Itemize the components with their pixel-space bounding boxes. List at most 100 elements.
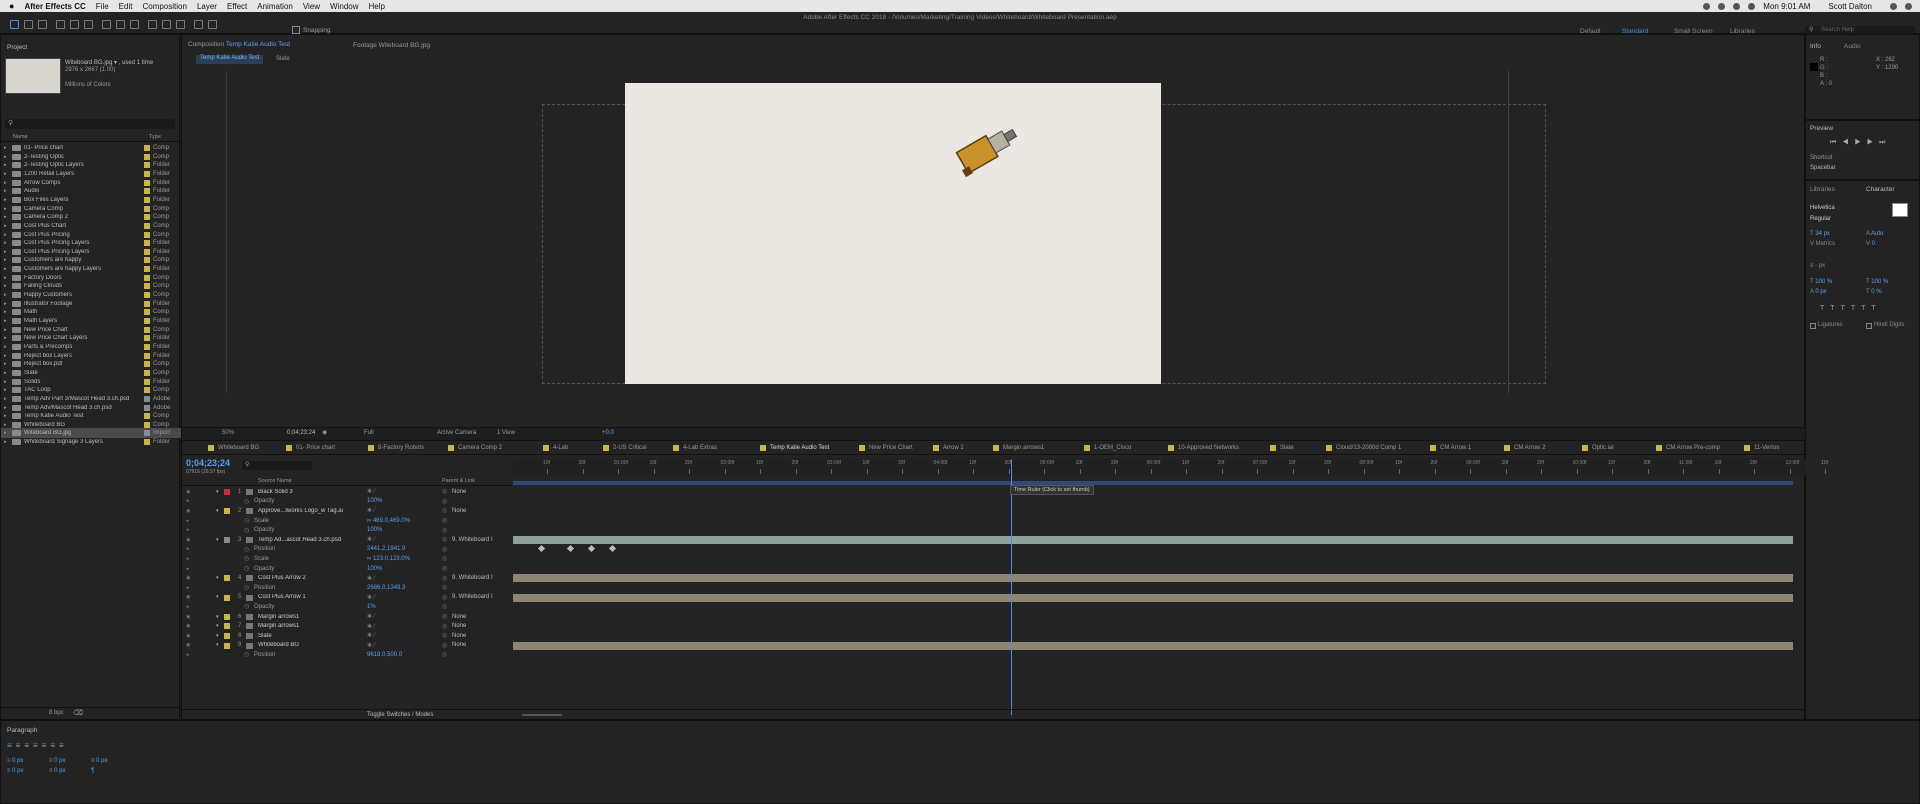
timeline-tab[interactable]: 8-Factory Robots (368, 445, 424, 451)
dropbox-icon[interactable] (1718, 2, 1726, 10)
align-left-icon[interactable]: ≡ (7, 741, 16, 750)
kerning-field[interactable]: V Metrics (1810, 241, 1835, 247)
fill-color-swatch[interactable] (1892, 203, 1908, 217)
layer-duration-bar[interactable] (513, 593, 1793, 602)
app-name-menu[interactable]: After Effects CC (24, 2, 85, 11)
visibility-eye-icon[interactable]: ◉ (186, 489, 190, 495)
camera-dropdown[interactable]: Active Camera (437, 430, 476, 436)
label-color-swatch[interactable] (144, 413, 150, 420)
parent-pickwhip-icon[interactable]: ◎ (442, 613, 447, 620)
font-family-dropdown[interactable]: Helvetica (1810, 205, 1835, 211)
visibility-eye-icon[interactable]: ◉ (186, 508, 190, 514)
visibility-eye-icon[interactable]: ◉ (186, 614, 190, 620)
small-caps-icon[interactable]: T (1851, 305, 1861, 312)
visibility-eye-icon[interactable]: ◉ (186, 633, 190, 639)
label-color-swatch[interactable] (144, 222, 150, 229)
clock[interactable]: Mon 9:01 AM (1763, 2, 1810, 11)
keyframe-marker[interactable] (608, 544, 617, 553)
timeline-tab[interactable]: Temp Katie Audio Test (760, 445, 829, 451)
expression-pickwhip-icon[interactable]: ◎ (442, 555, 447, 562)
battery-icon[interactable] (1748, 2, 1756, 10)
label-color-swatch[interactable] (144, 378, 150, 385)
expression-pickwhip-icon[interactable]: ◎ (442, 546, 447, 553)
label-color-swatch[interactable] (144, 300, 150, 307)
expand-triangle-icon[interactable]: ▸ (4, 439, 12, 445)
spotlight-icon[interactable] (1890, 2, 1897, 10)
label-color-swatch[interactable] (144, 274, 150, 281)
creative-cloud-icon[interactable] (1703, 2, 1711, 10)
property-row[interactable]: ◂ ◷ Position 2686.0,1349.3 ◎ (182, 583, 546, 593)
layer-row[interactable]: ◉ ▾ 8 Slate ✱ ⁄ ◎ None (182, 631, 546, 641)
timeline-tab[interactable]: 4-Lab Extras (673, 445, 717, 451)
project-search-input[interactable]: ⚲ (5, 119, 175, 129)
menu-window[interactable]: Window (330, 2, 358, 11)
indent-left-field[interactable]: ≡ 0 px (7, 758, 24, 764)
visibility-eye-icon[interactable]: ◂ (186, 546, 189, 552)
property-value[interactable]: 2686.0,1349.3 (367, 585, 405, 591)
toggle-switches-modes-button[interactable]: Toggle Switches / Modes (367, 712, 433, 718)
expression-pickwhip-icon[interactable]: ◎ (442, 584, 447, 591)
expand-triangle-icon[interactable]: ▾ (216, 594, 219, 600)
rectangle-tool-icon[interactable] (102, 20, 111, 29)
subtab-temp-katie[interactable]: Temp Katie Audio Test (196, 55, 264, 64)
parent-dropdown[interactable]: 9. Whiteboard I (452, 537, 493, 543)
pen-tool-icon[interactable] (116, 20, 125, 29)
first-frame-icon[interactable]: ⏮ (1830, 139, 1842, 146)
expand-triangle-icon[interactable]: ▸ (4, 301, 12, 307)
expand-triangle-icon[interactable]: ▸ (4, 180, 12, 186)
expand-triangle-icon[interactable]: ▸ (4, 145, 12, 151)
layer-duration-bar[interactable] (513, 641, 1793, 650)
property-value[interactable]: 100% (367, 566, 382, 572)
property-row[interactable]: ◂ ◷ Opacity 1% ◎ (182, 602, 546, 612)
expand-triangle-icon[interactable]: ▸ (4, 344, 12, 350)
parent-pickwhip-icon[interactable]: ◎ (442, 594, 447, 601)
stopwatch-icon[interactable]: ◷ (244, 651, 249, 658)
paragraph-panel-title[interactable]: Paragraph (7, 727, 37, 734)
property-row[interactable]: ◂ ◷ Scale ∞ 123.0,123.0% ◎ (182, 554, 546, 564)
next-frame-icon[interactable]: ▶ (1867, 139, 1879, 146)
layer-label-color[interactable] (224, 594, 230, 601)
parent-pickwhip-icon[interactable]: ◎ (442, 488, 447, 495)
stopwatch-icon[interactable]: ◷ (244, 546, 249, 553)
project-panel-title[interactable]: Project (7, 44, 27, 51)
justify-left-icon[interactable]: ≡ (33, 741, 42, 750)
menu-layer[interactable]: Layer (197, 2, 217, 11)
layer-label-color[interactable] (224, 642, 230, 649)
font-size-field[interactable]: T 34 px (1810, 231, 1830, 237)
expression-pickwhip-icon[interactable]: ◎ (442, 517, 447, 524)
visibility-eye-icon[interactable]: ◉ (186, 537, 190, 543)
visibility-eye-icon[interactable]: ◂ (186, 498, 189, 504)
hindi-digits-checkbox[interactable] (1866, 323, 1872, 329)
expand-triangle-icon[interactable]: ▸ (4, 318, 12, 324)
visibility-eye-icon[interactable]: ◂ (186, 652, 189, 658)
label-color-swatch[interactable] (144, 421, 150, 428)
prev-frame-icon[interactable]: ◀ (1842, 139, 1854, 146)
puppet-pin-tool-icon[interactable] (208, 20, 217, 29)
expand-triangle-icon[interactable]: ▸ (4, 249, 12, 255)
vertical-scale-field[interactable]: T 100 % (1810, 279, 1832, 285)
visibility-eye-icon[interactable]: ◂ (186, 518, 189, 524)
parent-pickwhip-icon[interactable]: ◎ (442, 632, 447, 639)
keyframe-marker[interactable] (537, 544, 546, 553)
switches-icon[interactable]: ✱ ⁄ (367, 642, 375, 649)
horizontal-scale-field[interactable]: T 100 % (1866, 279, 1888, 285)
expand-triangle-icon[interactable]: ▾ (216, 633, 219, 639)
label-color-swatch[interactable] (144, 145, 150, 151)
visibility-eye-icon[interactable]: ◂ (186, 604, 189, 610)
timeline-tab[interactable]: Camera Comp 2 (448, 445, 502, 451)
character-tab[interactable]: Character (1866, 186, 1895, 193)
timeline-tab[interactable]: 10-Approved Networks (1168, 445, 1239, 451)
label-color-swatch[interactable] (144, 395, 150, 402)
eraser-tool-icon[interactable] (176, 20, 185, 29)
zoom-slider[interactable] (522, 714, 562, 716)
expand-triangle-icon[interactable]: ▸ (4, 422, 12, 428)
property-value[interactable]: 100% (367, 527, 382, 533)
switches-icon[interactable]: ✱ ⁄ (367, 488, 375, 495)
visibility-eye-icon[interactable]: ◉ (186, 575, 190, 581)
views-dropdown[interactable]: 1 View (497, 430, 515, 436)
text-direction-icon[interactable]: ¶ (91, 768, 94, 774)
parent-link-header[interactable]: Parent & Link (442, 478, 475, 484)
label-color-swatch[interactable] (144, 318, 150, 324)
align-right-icon[interactable]: ≡ (24, 741, 33, 750)
expand-triangle-icon[interactable]: ▸ (4, 240, 12, 246)
